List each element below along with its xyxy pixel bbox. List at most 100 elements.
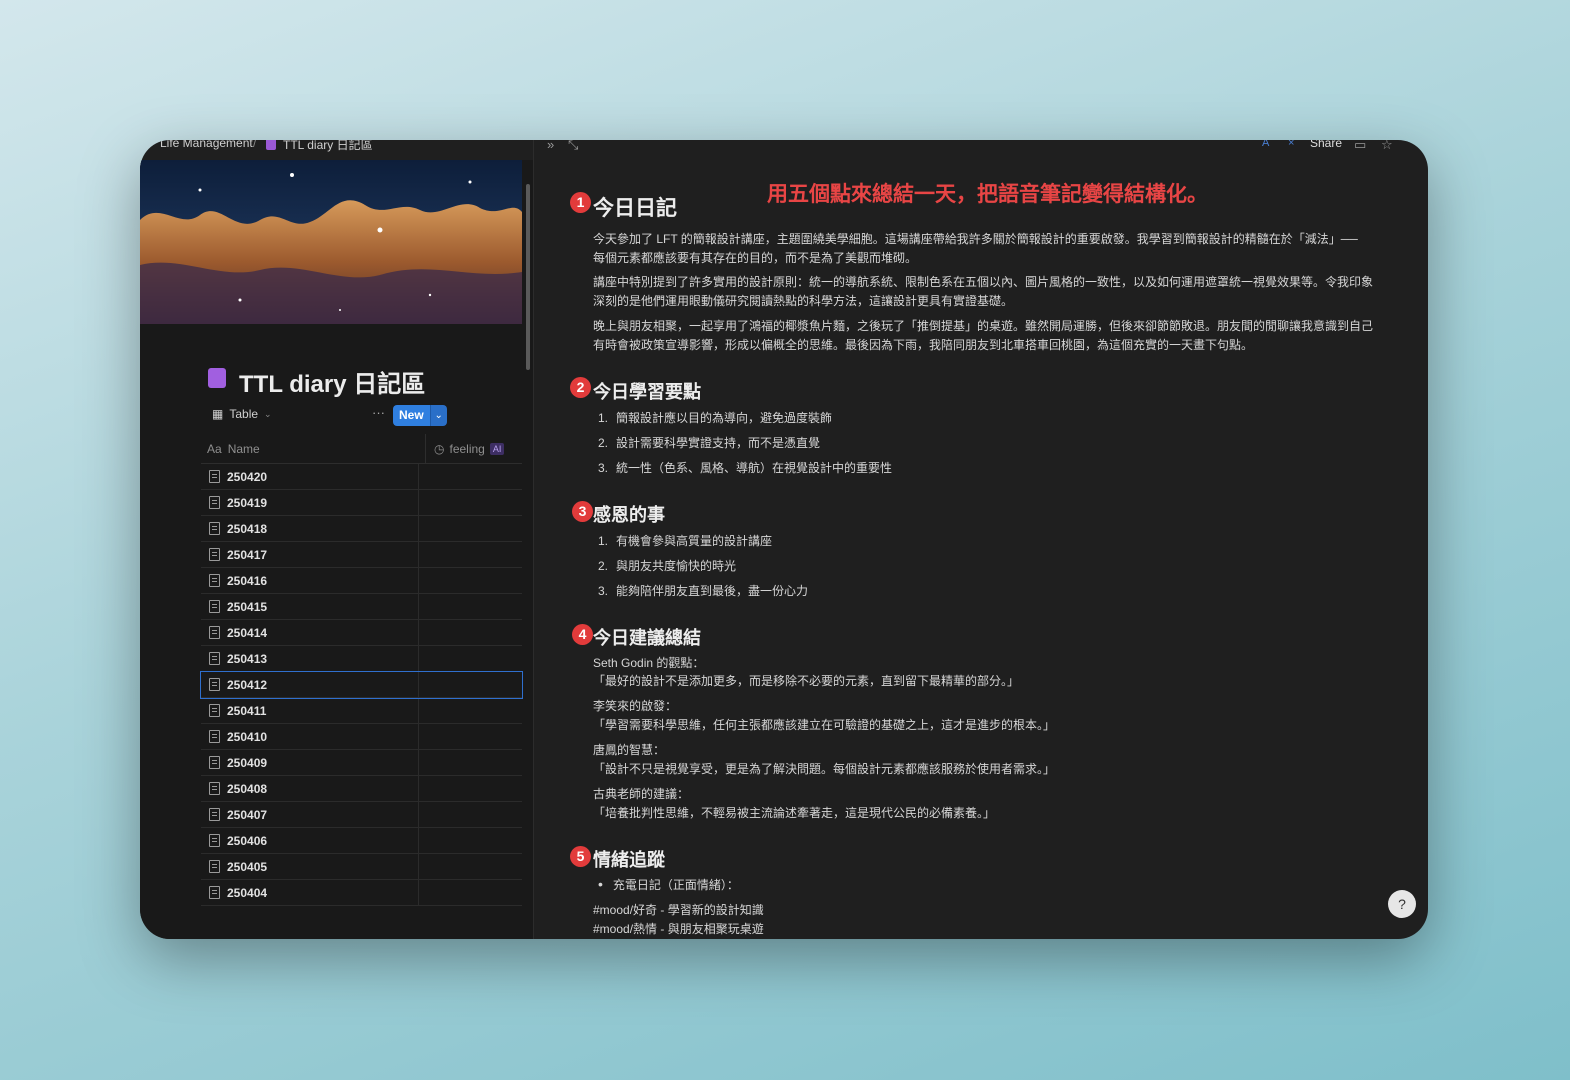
quote-4-source[interactable]: 古典老師的建議：	[593, 785, 1373, 804]
row-name-cell[interactable]: 250420	[201, 464, 419, 489]
breadcrumb-life-management[interactable]: Life Management	[160, 140, 253, 150]
table-row[interactable]: 250408	[201, 776, 522, 802]
row-title: 250410	[227, 729, 268, 744]
diary-paragraph-3[interactable]: 晚上與朋友相聚，一起享用了鴻福的椰漿魚片麵，之後玩了「推倒提基」的桌遊。雖然開局…	[593, 317, 1373, 355]
table-row[interactable]: 250413	[201, 646, 522, 672]
diary-page-icon	[266, 140, 276, 150]
row-name-cell[interactable]: 250412	[201, 672, 419, 697]
breadcrumb-ttl-diary[interactable]: TTL diary 日記區	[283, 140, 373, 153]
row-feeling-cell[interactable]	[419, 542, 522, 567]
page-icon	[209, 782, 220, 795]
table-row[interactable]: 250407	[201, 802, 522, 828]
quote-1-text[interactable]: 「最好的設計不是添加更多，而是移除不必要的元素，直到留下最精華的部分。」	[593, 672, 1373, 691]
list-item[interactable]: 2. 與朋友共度愉快的時光	[598, 557, 736, 574]
new-button[interactable]: New	[393, 405, 430, 426]
row-feeling-cell[interactable]	[419, 516, 522, 541]
list-item[interactable]: 3. 能夠陪伴朋友直到最後，盡一份心力	[598, 582, 808, 599]
table-row[interactable]: 250416	[201, 568, 522, 594]
collapse-panel-icon[interactable]: »	[547, 140, 554, 152]
page-icon	[209, 730, 220, 743]
table-row[interactable]: 250418	[201, 516, 522, 542]
section-1-heading[interactable]: 今日日記	[593, 192, 677, 222]
row-name-cell[interactable]: 250410	[201, 724, 419, 749]
table-row[interactable]: 250404	[201, 880, 522, 906]
bullet-item[interactable]: 充電日記（正面情緒）：	[598, 876, 739, 893]
table-row[interactable]: 250405	[201, 854, 522, 880]
quote-3-source[interactable]: 唐鳳的智慧：	[593, 741, 1373, 760]
quote-3-text[interactable]: 「設計不只是視覺享受，更是為了解決問題。每個設計元素都應該服務於使用者需求。」	[593, 760, 1373, 779]
list-item[interactable]: 1. 有機會參與高質量的設計講座	[598, 532, 772, 549]
column-header-feeling[interactable]: ◷ feeling AI	[426, 434, 505, 463]
page-icon	[209, 496, 220, 509]
row-feeling-cell[interactable]	[419, 854, 522, 879]
mood-tag-1[interactable]: #mood/好奇 - 學習新的設計知識	[593, 901, 1373, 920]
row-feeling-cell[interactable]	[419, 776, 522, 801]
panel-divider[interactable]	[533, 140, 534, 939]
row-feeling-cell[interactable]	[419, 568, 522, 593]
new-dropdown-button[interactable]: ⌄	[429, 405, 447, 426]
row-title: 250417	[227, 547, 268, 562]
row-feeling-cell[interactable]	[419, 802, 522, 827]
page-icon	[209, 522, 220, 535]
list-item[interactable]: 2. 設計需要科學實證支持，而不是憑直覺	[598, 434, 820, 451]
row-feeling-cell[interactable]	[419, 880, 522, 905]
list-item[interactable]: 1. 簡報設計應以目的為導向，避免過度裝飾	[598, 409, 832, 426]
quote-1-source[interactable]: Seth Godin 的觀點：	[593, 654, 1373, 673]
list-item[interactable]: 3. 統一性（色系、風格、導航）在視覺設計中的重要性	[598, 459, 892, 476]
row-name-cell[interactable]: 250409	[201, 750, 419, 775]
row-feeling-cell[interactable]	[419, 672, 522, 697]
table-row[interactable]: 250411	[201, 698, 522, 724]
row-name-cell[interactable]: 250413	[201, 646, 419, 671]
mood-tag-2[interactable]: #mood/熱情 - 與朋友相聚玩桌遊	[593, 920, 1373, 939]
quote-2-source[interactable]: 李笑來的啟發：	[593, 697, 1373, 716]
row-feeling-cell[interactable]	[419, 464, 522, 489]
table-row[interactable]: 250410	[201, 724, 522, 750]
table-row[interactable]: 250414	[201, 620, 522, 646]
row-feeling-cell[interactable]	[419, 750, 522, 775]
help-button[interactable]: ?	[1388, 890, 1416, 918]
section-3-heading[interactable]: 感恩的事	[593, 501, 665, 527]
row-name-cell[interactable]: 250416	[201, 568, 419, 593]
section-2-number-badge: 2	[570, 377, 591, 398]
row-name-cell[interactable]: 250405	[201, 854, 419, 879]
row-feeling-cell[interactable]	[419, 620, 522, 645]
view-tab-table[interactable]: ▦ Table ⌄	[212, 407, 272, 421]
table-row[interactable]: 250417	[201, 542, 522, 568]
row-feeling-cell[interactable]	[419, 490, 522, 515]
table-row[interactable]: 250406	[201, 828, 522, 854]
diary-paragraph-2[interactable]: 講座中特別提到了許多實用的設計原則：統一的導航系統、限制色系在五個以內、圖片風格…	[593, 273, 1373, 311]
diary-paragraph-1[interactable]: 今天參加了 LFT 的簡報設計講座，主題圍繞美學細胞。這場講座帶給我許多關於簡報…	[593, 230, 1373, 268]
row-name-cell[interactable]: 250408	[201, 776, 419, 801]
panel-scrollbar[interactable]	[526, 184, 530, 370]
quote-4-text[interactable]: 「培養批判性思維，不輕易被主流論述牽著走，這是現代公民的必備素養。」	[593, 804, 1373, 823]
row-name-cell[interactable]: 250417	[201, 542, 419, 567]
column-header-name[interactable]: Aa Name	[201, 434, 426, 463]
table-row[interactable]: 250415	[201, 594, 522, 620]
row-name-cell[interactable]: 250414	[201, 620, 419, 645]
table-row[interactable]: 250409	[201, 750, 522, 776]
row-name-cell[interactable]: 250407	[201, 802, 419, 827]
section-2-heading[interactable]: 今日學習要點	[593, 378, 701, 404]
section-4-heading[interactable]: 今日建議總結	[593, 624, 701, 650]
column-name-label: Name	[227, 441, 260, 456]
column-feeling-label: feeling	[449, 441, 485, 456]
section-5-heading[interactable]: 情緒追蹤	[593, 846, 665, 872]
row-feeling-cell[interactable]	[419, 594, 522, 619]
table-row[interactable]: 250420	[201, 464, 522, 490]
row-name-cell[interactable]: 250411	[201, 698, 419, 723]
row-feeling-cell[interactable]	[419, 646, 522, 671]
quote-2-text[interactable]: 「學習需要科學思維，任何主張都應該建立在可驗證的基礎之上，這才是進步的根本。」	[593, 716, 1373, 735]
database-title[interactable]: TTL diary 日記區	[239, 364, 425, 399]
table-row[interactable]: 250419	[201, 490, 522, 516]
row-name-cell[interactable]: 250415	[201, 594, 419, 619]
row-feeling-cell[interactable]	[419, 724, 522, 749]
row-name-cell[interactable]: 250404	[201, 880, 419, 905]
row-name-cell[interactable]: 250418	[201, 516, 419, 541]
row-name-cell[interactable]: 250406	[201, 828, 419, 853]
table-row[interactable]: 250412	[200, 671, 523, 699]
more-options-button[interactable]: ···	[372, 405, 385, 420]
row-name-cell[interactable]: 250419	[201, 490, 419, 515]
page-icon	[209, 808, 220, 821]
row-feeling-cell[interactable]	[419, 698, 522, 723]
row-feeling-cell[interactable]	[419, 828, 522, 853]
